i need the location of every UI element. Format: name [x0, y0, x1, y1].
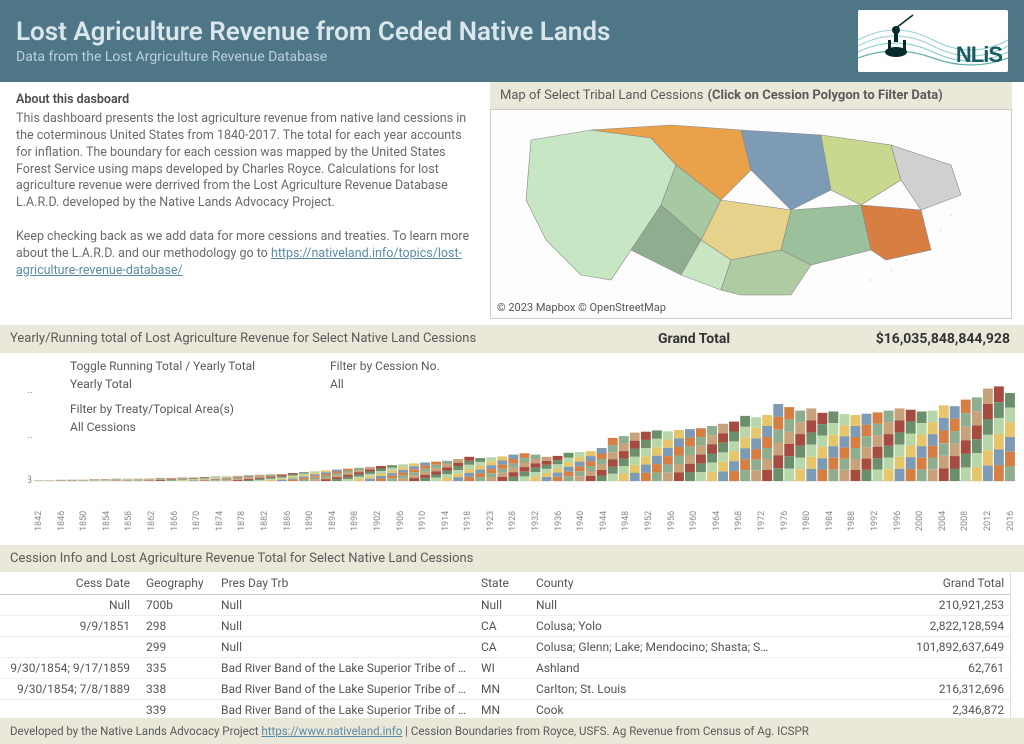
x-tick: 1886	[283, 521, 293, 531]
toggle-value[interactable]: Yearly Total	[70, 377, 132, 391]
x-tick: 2012	[983, 521, 993, 531]
x-tick: 1944	[599, 521, 609, 531]
map-section-title: Map of Select Tribal Land Cessions (Clic…	[490, 82, 1012, 109]
x-tick: 1948	[621, 521, 631, 531]
x-tick: 1932	[531, 521, 541, 531]
about-heading: About this dasboard	[16, 92, 474, 109]
x-tick: 1878	[237, 521, 247, 531]
table-row[interactable]: 9/9/1851298NullCAColusa; Yolo2,822,128,5…	[0, 616, 1010, 637]
y-tick-2: 20..	[28, 385, 33, 396]
table-row[interactable]: 299NullCAColusa; Glenn; Lake; Mendocino;…	[0, 637, 1010, 658]
table-row[interactable]: 9/30/1854; 9/17/1859335Bad River Band of…	[0, 658, 1010, 679]
table-row[interactable]: Null700bNullNullNull210,921,253	[0, 595, 1010, 616]
x-tick: 1940	[576, 521, 586, 531]
us-map-svg	[491, 110, 1011, 318]
about-panel: About this dasboard This dashboard prese…	[0, 82, 490, 319]
x-tick: 1956	[667, 521, 677, 531]
page-title: Lost Agriculture Revenue from Ceded Nati…	[16, 17, 610, 47]
filter-treaty-label: Filter by Treaty/Topical Area(s)	[70, 402, 234, 416]
cession-table: Cess Date Geography Pres Day Trb State C…	[0, 572, 1010, 721]
chart-section-title: Yearly/Running total of Lost Agriculture…	[0, 325, 644, 353]
x-tick: 1980	[802, 521, 812, 531]
x-tick: 1964	[712, 521, 722, 531]
x-tick: 1846	[57, 521, 67, 531]
toggle-label: Toggle Running Total / Yearly Total	[70, 359, 255, 373]
footer: Developed by the Native Lands Advocacy P…	[0, 718, 1024, 744]
x-tick: 1988	[847, 521, 857, 531]
yearly-chart[interactable]: Toggle Running Total / Yearly Total Year…	[0, 353, 1024, 511]
table-row[interactable]: 9/30/1854; 7/8/1889338Bad River Band of …	[0, 679, 1010, 700]
x-tick: 1858	[124, 521, 134, 531]
x-tick: 1936	[554, 521, 564, 531]
x-tick: 1906	[396, 521, 406, 531]
x-tick: 1952	[644, 521, 654, 531]
col-state[interactable]: State	[475, 572, 530, 595]
x-tick: 1866	[170, 521, 180, 531]
x-tick: 1968	[734, 521, 744, 531]
col-grand-total[interactable]: Grand Total	[780, 572, 1010, 595]
filter-cession-value[interactable]: All	[330, 377, 344, 391]
x-tick: 1984	[825, 521, 835, 531]
about-body-1: This dashboard presents the lost agricul…	[16, 111, 474, 212]
cession-map[interactable]: © 2023 Mapbox © OpenStreetMap	[490, 109, 1012, 319]
x-tick: 1862	[147, 521, 157, 531]
grand-total-value: $16,035,848,844,928	[876, 331, 1010, 347]
table-scrollbar[interactable]	[1010, 572, 1024, 721]
app-header: Lost Agriculture Revenue from Ceded Nati…	[0, 0, 1024, 82]
x-tick: 1918	[463, 521, 473, 531]
x-tick: 1890	[305, 521, 315, 531]
map-attribution: © 2023 Mapbox © OpenStreetMap	[497, 301, 666, 314]
col-pres-day-trb[interactable]: Pres Day Trb	[215, 572, 475, 595]
x-tick: 1898	[350, 521, 360, 531]
y-tick-0: 0B	[28, 475, 32, 486]
x-tick: 1902	[373, 521, 383, 531]
x-tick: 1894	[328, 521, 338, 531]
x-tick: 2000	[915, 521, 925, 531]
x-tick: 1996	[893, 521, 903, 531]
x-tick: 1870	[192, 521, 202, 531]
col-cess-date[interactable]: Cess Date	[0, 572, 140, 595]
x-tick: 1874	[215, 521, 225, 531]
col-county[interactable]: County	[530, 572, 780, 595]
grand-total-bar: Grand Total $16,035,848,844,928	[644, 325, 1024, 353]
x-tick: 1972	[757, 521, 767, 531]
logo-text: NLiS	[956, 42, 1002, 68]
x-tick: 1850	[79, 521, 89, 531]
footer-link[interactable]: https://www.nativeland.info	[261, 724, 402, 738]
x-tick: 1960	[689, 521, 699, 531]
x-tick: 1923	[486, 521, 496, 531]
about-body-2: Keep checking back as we add data for mo…	[16, 229, 474, 280]
table-section-title: Cession Info and Lost Agriculture Revenu…	[0, 545, 1024, 572]
x-tick: 2004	[938, 521, 948, 531]
x-tick: 1928	[508, 521, 518, 531]
filter-cession-label: Filter by Cession No.	[330, 359, 440, 373]
x-tick: 1854	[102, 521, 112, 531]
nlis-logo: NLiS	[858, 10, 1008, 72]
x-tick: 1882	[260, 521, 270, 531]
filter-treaty-value[interactable]: All Cessions	[70, 420, 136, 434]
grand-total-label: Grand Total	[658, 331, 730, 347]
x-tick: 1910	[418, 521, 428, 531]
page-subtitle: Data from the Lost Argriculture Revenue …	[16, 49, 610, 65]
x-tick: 1992	[870, 521, 880, 531]
x-tick: 1976	[780, 521, 790, 531]
x-tick: 2016	[1006, 521, 1016, 531]
x-axis-ticks: 1842 1846 1850 1854 1858 1862 1866 1870 1874 1878…	[0, 511, 1024, 541]
x-tick: 2008	[960, 521, 970, 531]
y-tick-1: 10..	[28, 430, 33, 441]
x-tick: 1914	[441, 521, 451, 531]
col-geography[interactable]: Geography	[140, 572, 215, 595]
x-tick: 1842	[34, 521, 44, 531]
